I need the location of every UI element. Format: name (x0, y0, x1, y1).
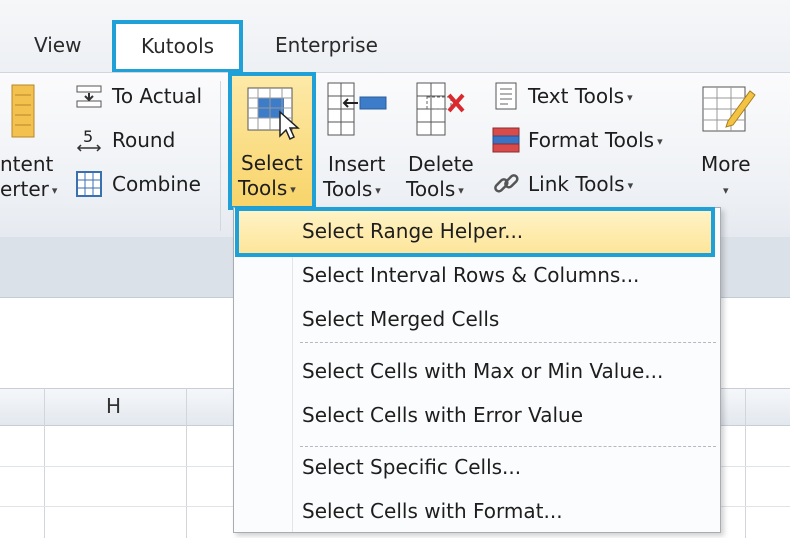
insert-tools-label-2: Tools (323, 177, 373, 201)
delete-tools-label-2: Tools (406, 177, 456, 201)
combine-icon (76, 171, 102, 197)
tab-kutools-label: Kutools (140, 34, 215, 58)
select-tools-button[interactable]: Select Tools ▾ (228, 72, 316, 210)
link-tools-button[interactable]: Link Tools ▾ (528, 172, 633, 196)
round-button[interactable]: Round (112, 128, 175, 152)
to-actual-button[interactable]: To Actual (112, 84, 202, 108)
delete-tools-icon (416, 82, 465, 136)
link-tools-label: Link Tools (528, 172, 625, 196)
content-converter-icon (11, 84, 35, 138)
text-tools-label: Text Tools (528, 84, 625, 108)
format-tools-icon (492, 127, 520, 153)
more-tools-icon (702, 86, 756, 132)
grid-line (44, 388, 45, 538)
chevron-down-icon: ▾ (723, 184, 729, 197)
grid-line (745, 388, 746, 538)
chevron-down-icon: ▾ (290, 183, 296, 196)
chevron-down-icon: ▾ (458, 184, 464, 197)
chevron-down-icon: ▾ (657, 135, 663, 148)
menu-item-select-interval-rows-columns[interactable]: Select Interval Rows & Columns... (302, 263, 639, 287)
menu-item-select-error-value[interactable]: Select Cells with Error Value (302, 403, 583, 427)
ribbon-tab-strip: View Kutools Enterprise (0, 0, 790, 73)
content-converter-button[interactable]: erter ▾ (0, 177, 57, 201)
menu-separator (300, 342, 716, 343)
content-converter-label-2: erter (0, 177, 49, 201)
to-actual-icon (76, 85, 102, 108)
menu-item-select-cells-with-format[interactable]: Select Cells with Format... (302, 499, 563, 523)
select-tools-icon (247, 87, 300, 141)
text-tools-button[interactable]: Text Tools ▾ (528, 84, 633, 108)
tab-view[interactable]: View (34, 33, 81, 57)
more-chevron-down-icon: ▾ (720, 177, 729, 201)
content-converter-label-1[interactable]: ntent (0, 152, 53, 176)
tab-kutools[interactable]: Kutools (112, 20, 243, 73)
select-tools-label-2: Tools (238, 176, 288, 200)
chevron-down-icon: ▾ (627, 91, 633, 104)
combine-button[interactable]: Combine (112, 172, 201, 196)
chevron-down-icon: ▾ (375, 184, 381, 197)
column-header-h[interactable]: H (106, 394, 121, 418)
chevron-down-icon: ▾ (51, 184, 58, 197)
delete-tools-button[interactable]: Tools ▾ (406, 177, 464, 201)
menu-item-select-range-helper[interactable]: Select Range Helper... (302, 219, 523, 243)
select-tools-label-row: Tools ▾ (238, 176, 296, 200)
insert-tools-button[interactable]: Tools ▾ (323, 177, 381, 201)
round-icon: 5 (76, 127, 102, 152)
chevron-down-icon: ▾ (627, 179, 634, 192)
insert-tools-icon (327, 82, 387, 136)
link-chain-icon (494, 174, 519, 193)
tab-enterprise[interactable]: Enterprise (275, 33, 378, 57)
grid-line (186, 388, 187, 538)
text-tools-icon (495, 82, 517, 110)
group-divider (220, 81, 221, 231)
format-tools-button[interactable]: Format Tools ▾ (528, 128, 663, 152)
menu-separator (300, 446, 716, 447)
format-tools-label: Format Tools (528, 128, 655, 152)
menu-item-select-merged-cells[interactable]: Select Merged Cells (302, 307, 499, 331)
delete-tools-label-1[interactable]: Delete (408, 152, 474, 176)
more-button[interactable]: More (701, 152, 751, 176)
svg-text:5: 5 (83, 127, 93, 146)
menu-item-select-specific-cells[interactable]: Select Specific Cells... (302, 455, 521, 479)
select-tools-label-1: Select (241, 151, 303, 175)
insert-tools-label-1[interactable]: Insert (328, 152, 385, 176)
menu-item-select-max-min[interactable]: Select Cells with Max or Min Value... (302, 359, 663, 383)
